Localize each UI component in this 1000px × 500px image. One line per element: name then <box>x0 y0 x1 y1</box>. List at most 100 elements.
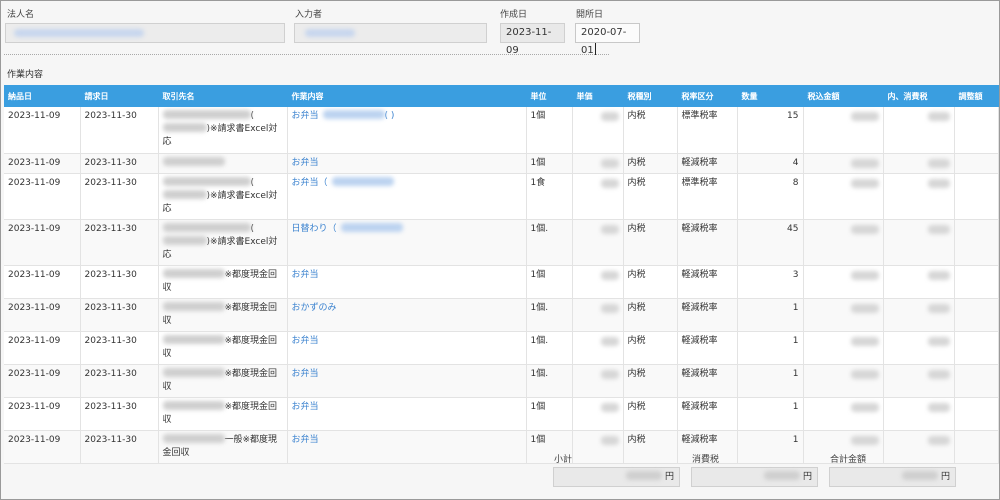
work-link[interactable]: お弁当 <box>292 111 319 121</box>
col-header[interactable]: 取引先名 <box>158 85 288 107</box>
work-link[interactable]: おかずのみ <box>292 303 337 313</box>
quantity: 4 <box>737 153 804 174</box>
col-header[interactable]: 請求日 <box>80 85 159 107</box>
quantity: 15 <box>737 107 804 154</box>
work-content[interactable]: お弁当 <box>287 331 527 365</box>
quantity: 45 <box>737 219 804 266</box>
billing-date: 2023-11-30 <box>80 265 159 299</box>
opened-date-value: 2020-07-01 <box>581 27 627 56</box>
currency-label: 円 <box>940 472 950 482</box>
work-link[interactable]: お弁当 <box>292 158 319 168</box>
adjustment <box>954 430 999 464</box>
work-link[interactable]: お弁当 <box>292 369 319 379</box>
client-name: ()※請求書Excel対応 <box>158 107 288 154</box>
tax-type: 内税 <box>623 364 678 398</box>
adjustment <box>954 107 999 154</box>
tax-field: 円 <box>691 467 818 487</box>
delivery-date: 2023-11-09 <box>4 364 81 398</box>
tax-rate: 軽減税率 <box>677 219 738 266</box>
col-header[interactable]: 調整額 <box>954 85 999 107</box>
unit: 1食 <box>526 173 573 220</box>
table-row[interactable]: 2023-11-09 2023-11-30()※請求書Excel対応 日替わり（ 1個… <box>4 219 999 266</box>
amount-incl-tax <box>803 397 884 431</box>
unit: 1個 <box>526 107 573 154</box>
work-content[interactable]: お弁当 <box>287 265 527 299</box>
work-content[interactable]: お弁当 <box>287 397 527 431</box>
work-link[interactable]: お弁当 <box>292 435 319 445</box>
amount-incl-tax <box>803 153 884 174</box>
created-date-field[interactable]: 2023-11-09 <box>500 23 565 56</box>
work-content[interactable]: お弁当 <box>287 153 527 174</box>
quantity: 1 <box>737 430 804 464</box>
currency-label: 円 <box>664 472 674 482</box>
col-header[interactable]: 単位 <box>526 85 573 107</box>
billing-date: 2023-11-30 <box>80 298 159 332</box>
tax-rate: 軽減税率 <box>677 298 738 332</box>
amount-incl-tax <box>803 331 884 365</box>
delivery-date: 2023-11-09 <box>4 219 81 266</box>
table-header: 納品日 請求日 取引先名 作業内容 単位 単価 税種別 税率区分 数量 税込金額… <box>4 85 999 107</box>
work-content[interactable]: おかずのみ <box>287 298 527 332</box>
table-row[interactable]: 2023-11-09 2023-11-30()※請求書Excel対応 お弁当（ 1食 内… <box>4 173 999 220</box>
table-row[interactable]: 2023-11-09 2023-11-30 ※都度現金回収 お弁当 1個 内税 軽減税率 1 <box>4 397 999 431</box>
work-link[interactable]: お弁当（ <box>292 178 328 188</box>
adjustment <box>954 173 999 220</box>
unit: 1個. <box>526 219 573 266</box>
delivery-date: 2023-11-09 <box>4 331 81 365</box>
table-row[interactable]: 2023-11-09 2023-11-30()※請求書Excel対応 お弁当 ( ) 1… <box>4 107 999 154</box>
col-header[interactable]: 税込金額 <box>803 85 884 107</box>
consumption-tax <box>883 107 955 154</box>
work-content[interactable]: お弁当 <box>287 430 527 464</box>
unit-price <box>572 265 624 299</box>
client-name <box>158 153 288 174</box>
work-content[interactable]: お弁当 ( ) <box>287 107 527 154</box>
col-header[interactable]: 数量 <box>737 85 804 107</box>
unit-price <box>572 107 624 154</box>
col-header[interactable]: 税率区分 <box>677 85 738 107</box>
adjustment <box>954 265 999 299</box>
unit: 1個. <box>526 364 573 398</box>
section-title: 作業内容 <box>7 70 44 80</box>
col-header[interactable]: 納品日 <box>4 85 81 107</box>
table-row[interactable]: 2023-11-09 2023-11-30 お弁当 1個 内税 軽減税率 4 <box>4 153 999 174</box>
unit: 1個. <box>526 298 573 332</box>
table-row[interactable]: 2023-11-09 2023-11-30 ※都度現金回収 お弁当 1個 内税 軽減税率 3 <box>4 265 999 299</box>
unit-price <box>572 430 624 464</box>
tax-rate: 軽減税率 <box>677 265 738 299</box>
work-link[interactable]: 日替わり（ <box>292 224 337 234</box>
delivery-date: 2023-11-09 <box>4 107 81 154</box>
work-link[interactable]: お弁当 <box>292 336 319 346</box>
client-name-suffix: ( <box>250 111 255 121</box>
work-link[interactable]: お弁当 <box>292 270 319 280</box>
work-content[interactable]: お弁当（ <box>287 173 527 220</box>
table-row[interactable]: 2023-11-09 2023-11-30 ※都度現金回収 お弁当 1個. 内税 軽減税率 1 <box>4 364 999 398</box>
table-row[interactable]: 2023-11-09 2023-11-30 ※都度現金回収 お弁当 1個. 内税 軽減税率 1 <box>4 331 999 365</box>
unit: 1個. <box>526 331 573 365</box>
adjustment <box>954 219 999 266</box>
total-label: 合計金額 <box>830 455 867 465</box>
adjustment <box>954 298 999 332</box>
amount-incl-tax <box>803 364 884 398</box>
billing-date: 2023-11-30 <box>80 331 159 365</box>
work-link[interactable]: お弁当 <box>292 402 319 412</box>
amount-incl-tax <box>803 265 884 299</box>
col-header[interactable]: 作業内容 <box>287 85 527 107</box>
work-content[interactable]: お弁当 <box>287 364 527 398</box>
work-content[interactable]: 日替わり（ <box>287 219 527 266</box>
client-name: 一般※都度現金回収 <box>158 430 288 464</box>
unit: 1個 <box>526 265 573 299</box>
amount-incl-tax <box>803 298 884 332</box>
consumption-tax <box>883 331 955 365</box>
corporate-name-field[interactable] <box>5 23 285 43</box>
table-row[interactable]: 2023-11-09 2023-11-30 ※都度現金回収 おかずのみ 1個. 内税 軽減税… <box>4 298 999 332</box>
opened-date-input[interactable]: 2020-07-01 <box>575 23 640 56</box>
created-date-label: 作成日 <box>500 10 528 20</box>
client-name: ()※請求書Excel対応 <box>158 219 288 266</box>
currency-label: 円 <box>802 472 812 482</box>
unit-price <box>572 153 624 174</box>
col-header[interactable]: 税種別 <box>623 85 678 107</box>
inputter-field[interactable] <box>294 23 487 43</box>
col-header[interactable]: 単価 <box>572 85 624 107</box>
work-table: 納品日 請求日 取引先名 作業内容 単位 単価 税種別 税率区分 数量 税込金額… <box>4 85 999 464</box>
col-header[interactable]: 内、消費税 <box>883 85 955 107</box>
